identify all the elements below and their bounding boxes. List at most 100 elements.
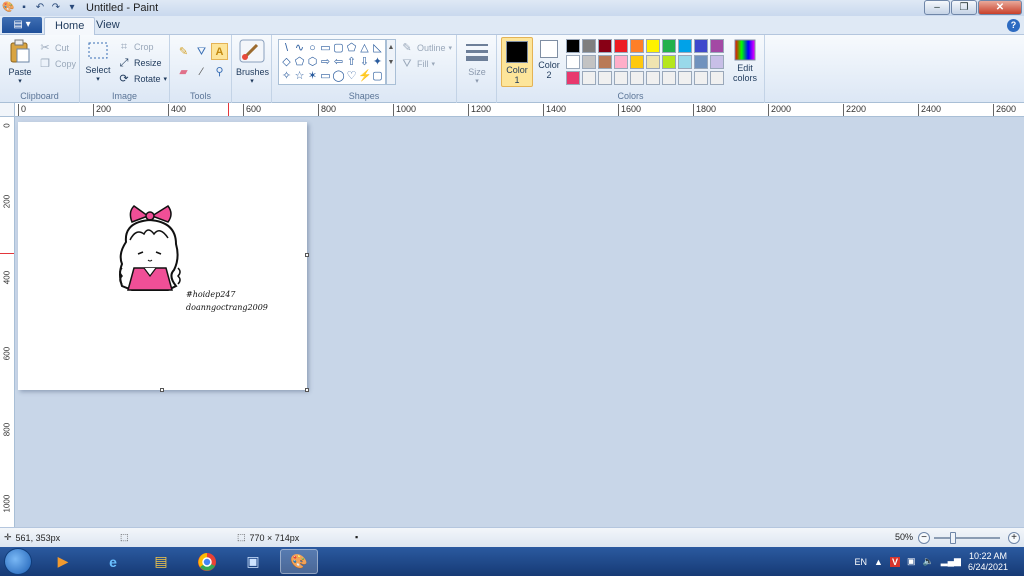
security-icon[interactable]: ▣ <box>907 556 916 567</box>
palette-color-swatch[interactable] <box>630 71 644 85</box>
close-button[interactable]: ✕ <box>978 0 1022 15</box>
palette-color-swatch[interactable] <box>566 39 580 53</box>
palette-color-swatch[interactable] <box>678 71 692 85</box>
redo-icon[interactable]: ↷ <box>50 2 62 14</box>
drawing-canvas[interactable]: #hoidep247 doanngoctrang2009 <box>18 122 307 390</box>
palette-color-swatch[interactable] <box>598 71 612 85</box>
paste-button[interactable]: Paste ▾ <box>6 39 34 85</box>
palette-color-swatch[interactable] <box>710 55 724 69</box>
palette-color-swatch[interactable] <box>710 39 724 53</box>
color-picker-icon[interactable]: ⁄ <box>193 63 210 80</box>
palette-color-swatch[interactable] <box>614 71 628 85</box>
zoom-in-button[interactable]: + <box>1008 532 1020 544</box>
cut-button[interactable]: ✂ Cut <box>38 41 69 55</box>
palette-color-swatch[interactable] <box>662 39 676 53</box>
shape-option[interactable]: ⬠ <box>293 55 306 69</box>
palette-color-swatch[interactable] <box>566 55 580 69</box>
customize-qat-icon[interactable]: ▾ <box>66 2 78 14</box>
palette-color-swatch[interactable] <box>630 39 644 53</box>
resize-handle-bottom[interactable] <box>160 388 164 392</box>
color2-button[interactable]: Color 2 <box>535 37 563 87</box>
clock[interactable]: 10:22 AM 6/24/2021 <box>968 551 1008 573</box>
crop-button[interactable]: ⌗ Crop <box>117 40 154 54</box>
shape-option[interactable]: \ <box>280 41 293 55</box>
palette-color-swatch[interactable] <box>630 55 644 69</box>
shape-option[interactable]: ♡ <box>345 69 358 83</box>
palette-color-swatch[interactable] <box>678 55 692 69</box>
palette-color-swatch[interactable] <box>566 71 580 85</box>
shape-option[interactable]: ☆ <box>293 69 306 83</box>
internet-explorer-icon[interactable]: e <box>94 549 132 574</box>
size-button[interactable]: Size ▾ <box>463 41 491 85</box>
minimize-button[interactable]: – <box>924 0 950 15</box>
magnifier-icon[interactable]: ⚲ <box>211 63 228 80</box>
resize-handle-corner[interactable] <box>305 388 309 392</box>
volume-icon[interactable]: 🔈 <box>923 556 934 567</box>
zoom-slider-thumb[interactable] <box>950 532 956 544</box>
palette-color-swatch[interactable] <box>678 39 692 53</box>
edit-colors-button[interactable]: Edit colors <box>729 39 761 83</box>
color1-button[interactable]: Color 1 <box>501 37 533 87</box>
shape-option[interactable]: ○ <box>306 41 319 55</box>
shapes-scroll[interactable]: ▲ ▼ <box>386 39 396 85</box>
select-button[interactable]: Select ▾ <box>84 41 112 83</box>
antivirus-icon[interactable]: V <box>889 556 900 567</box>
shape-option[interactable]: ⇩ <box>358 55 371 69</box>
shapes-gallery[interactable]: \ ∿ ○ ▭ ▢ ⬠ △ ◺ ◇ ⬠ ⬡ ⇨ ⇦ ⇧ ⇩ ✦ ✧ ☆ ✶ ▭ ◯ ♡ ⚡ ▢ <box>278 39 386 85</box>
resize-handle-right[interactable] <box>305 253 309 257</box>
shape-option[interactable]: ▭ <box>319 69 332 83</box>
shape-option[interactable]: ◯ <box>332 69 345 83</box>
brushes-button[interactable]: Brushes ▾ <box>236 39 269 85</box>
outline-button[interactable]: ✎ Outline ▾ <box>400 41 452 55</box>
pencil-icon[interactable]: ✎ <box>175 43 192 60</box>
shape-option[interactable]: ⬠ <box>345 41 358 55</box>
shape-option[interactable]: ∿ <box>293 41 306 55</box>
show-hidden-icons-icon[interactable]: ▲ <box>874 557 883 567</box>
palette-color-swatch[interactable] <box>582 55 596 69</box>
shape-option[interactable]: ◺ <box>371 41 384 55</box>
shape-option[interactable]: ⬡ <box>306 55 319 69</box>
shape-option[interactable]: ✦ <box>371 55 384 69</box>
save-icon[interactable]: ▪ <box>18 2 30 14</box>
palette-color-swatch[interactable] <box>646 71 660 85</box>
copy-button[interactable]: ❐ Copy <box>38 57 76 71</box>
screen-app-icon[interactable]: ▣ <box>234 549 272 574</box>
shape-option[interactable]: ▢ <box>371 69 384 83</box>
palette-color-swatch[interactable] <box>614 55 628 69</box>
undo-icon[interactable]: ↶ <box>34 2 46 14</box>
start-button[interactable] <box>4 548 32 575</box>
tab-view[interactable]: View <box>86 17 130 35</box>
palette-color-swatch[interactable] <box>582 71 596 85</box>
windows-media-player-icon[interactable]: ▶ <box>44 549 82 574</box>
shape-option[interactable]: ⇦ <box>332 55 345 69</box>
palette-color-swatch[interactable] <box>614 39 628 53</box>
shape-option[interactable]: ▢ <box>332 41 345 55</box>
shape-option[interactable]: △ <box>358 41 371 55</box>
palette-color-swatch[interactable] <box>694 39 708 53</box>
chrome-icon[interactable] <box>188 549 226 574</box>
palette-color-swatch[interactable] <box>598 39 612 53</box>
file-menu-button[interactable]: ▤ ▾ <box>2 17 42 33</box>
palette-color-swatch[interactable] <box>646 55 660 69</box>
paint-app-icon[interactable]: 🎨 <box>2 2 14 14</box>
palette-color-swatch[interactable] <box>694 71 708 85</box>
shape-option[interactable]: ⇨ <box>319 55 332 69</box>
shape-option[interactable]: ⇧ <box>345 55 358 69</box>
palette-color-swatch[interactable] <box>582 39 596 53</box>
language-indicator[interactable]: EN <box>855 557 868 567</box>
canvas-workspace[interactable]: #hoidep247 doanngoctrang2009 <box>15 117 1024 527</box>
paint-icon[interactable]: 🎨 <box>280 549 318 574</box>
shape-option[interactable]: ⚡ <box>358 69 372 83</box>
shape-option[interactable]: ✧ <box>280 69 293 83</box>
zoom-slider-track[interactable] <box>934 537 1000 539</box>
palette-color-swatch[interactable] <box>598 55 612 69</box>
network-icon[interactable]: ▂▄▆ <box>941 556 961 567</box>
text-icon[interactable]: A <box>211 43 228 60</box>
help-icon[interactable]: ? <box>1007 19 1020 32</box>
palette-color-swatch[interactable] <box>662 71 676 85</box>
resize-button[interactable]: ⤢ Resize <box>117 56 162 70</box>
file-explorer-icon[interactable]: ▤ <box>142 549 180 574</box>
eraser-icon[interactable]: ▰ <box>175 63 192 80</box>
palette-color-swatch[interactable] <box>646 39 660 53</box>
rotate-button[interactable]: ⟳ Rotate ▾ <box>117 72 167 86</box>
